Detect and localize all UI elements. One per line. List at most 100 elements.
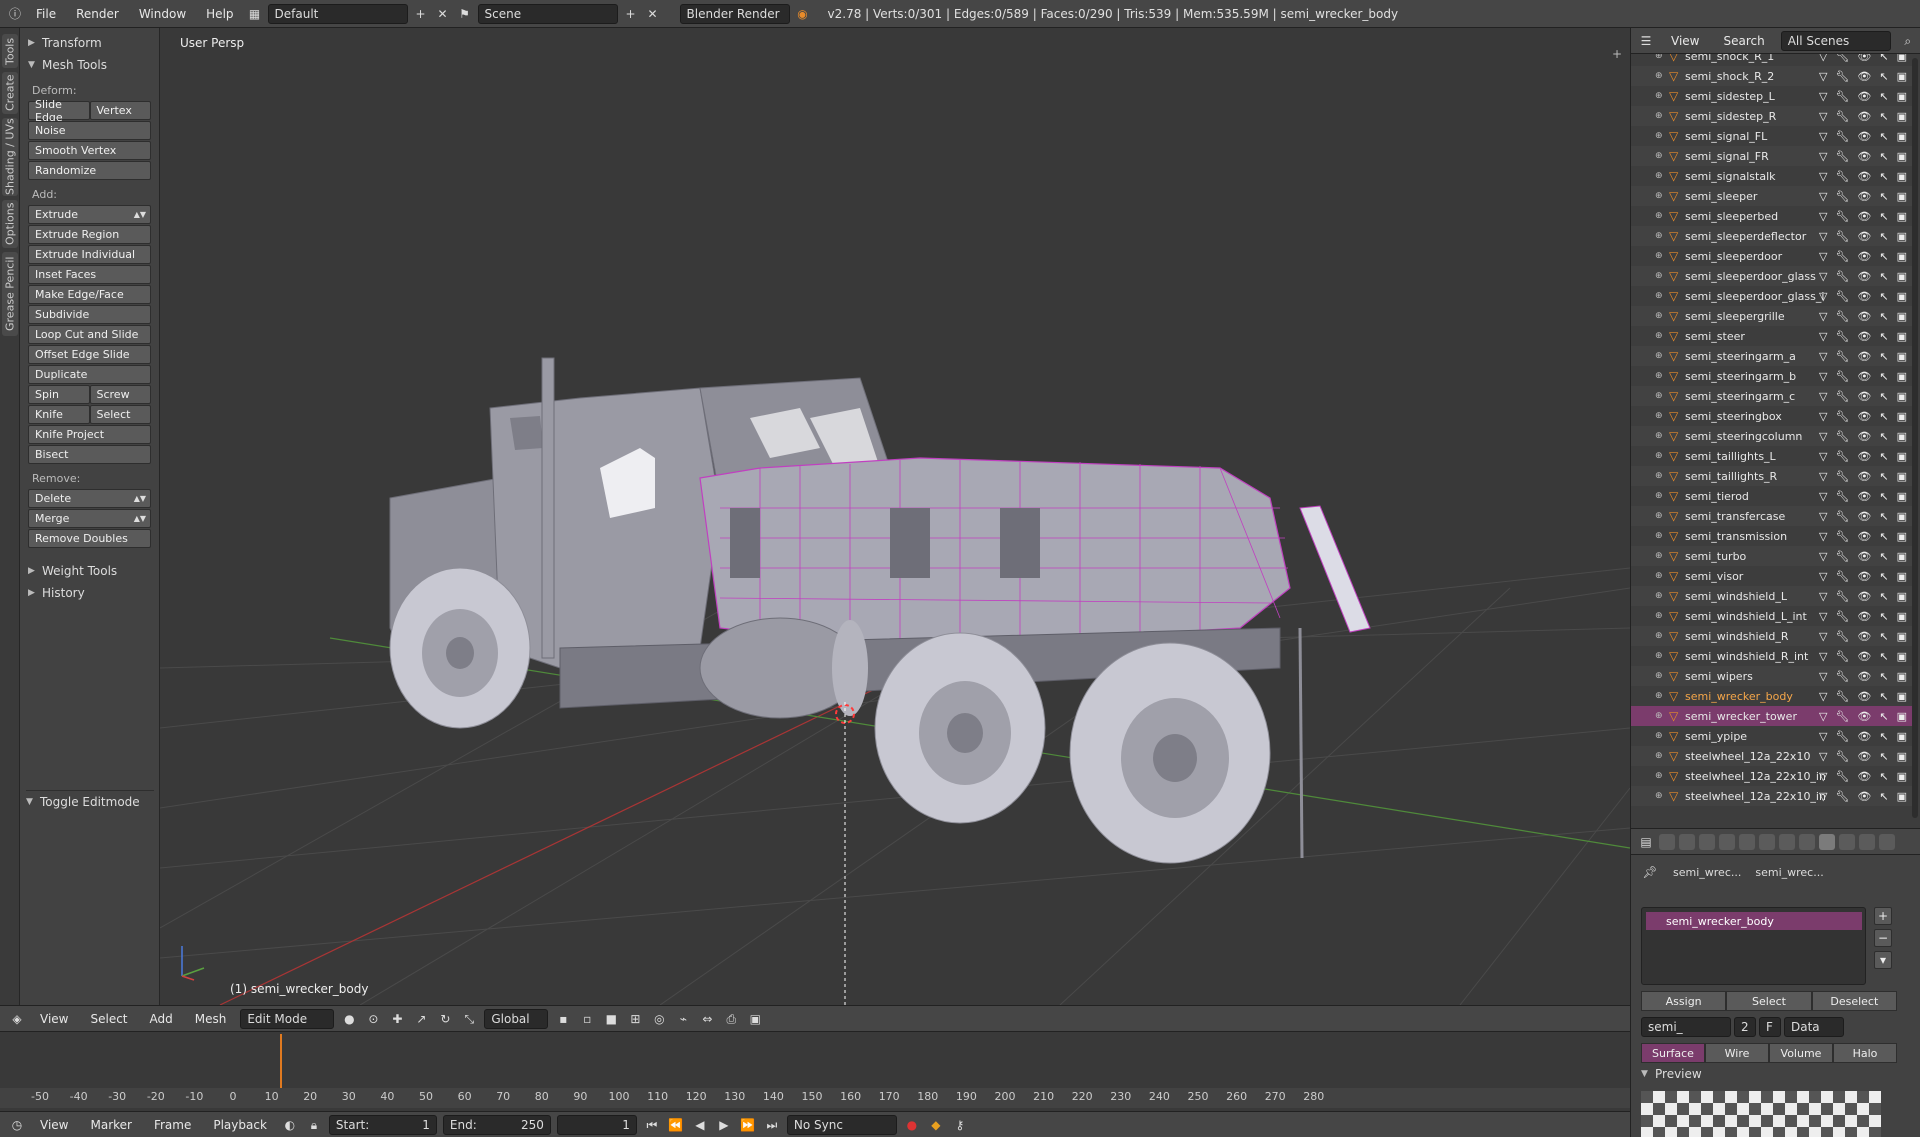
eye-icon[interactable]: 👁︎	[1857, 790, 1871, 803]
shading-solid-icon[interactable]: ●	[340, 1010, 358, 1028]
cursor-select-icon[interactable]: ↖	[1879, 670, 1888, 683]
render-icon[interactable]: ▣	[1897, 130, 1907, 143]
outliner-row[interactable]: ⊕ ▽ semi_steeringbox ▽ 🔧︎ 👁︎ ↖ ▣	[1631, 406, 1913, 426]
eye-icon[interactable]: 👁︎	[1857, 150, 1871, 163]
expand-icon[interactable]: ⊕	[1655, 551, 1669, 561]
render-icon[interactable]: ▣	[1897, 190, 1907, 203]
remove-scene-icon[interactable]: ✕	[644, 5, 662, 23]
panel-mesh-tools[interactable]: ▼ Mesh Tools	[28, 54, 151, 76]
cursor-select-icon[interactable]: ↖	[1879, 590, 1888, 603]
particles-tab-icon[interactable]	[1859, 833, 1875, 850]
eye-icon[interactable]: 👁︎	[1857, 650, 1871, 663]
viewport-corner-plus[interactable]: +	[1612, 47, 1622, 61]
deselect-button[interactable]: Deselect	[1811, 991, 1897, 1011]
outliner-row[interactable]: ⊕ ▽ semi_wrecker_body ▽ 🔧︎ 👁︎ ↖ ▣	[1631, 686, 1913, 706]
outliner-row[interactable]: ⊕▽steelwheel_12a_22x10_inner▽🔧︎👁︎↖▣	[1631, 786, 1913, 806]
proportional-edit-icon[interactable]: ◎	[650, 1010, 668, 1028]
texture-tab-icon[interactable]	[1839, 833, 1855, 850]
cursor-select-icon[interactable]: ↖	[1879, 190, 1888, 203]
select-button[interactable]: Select	[1726, 991, 1812, 1011]
outliner-row[interactable]: ⊕ ▽ semi_visor ▽ 🔧︎ 👁︎ ↖ ▣	[1631, 566, 1913, 586]
render-icon[interactable]: ▣	[1897, 530, 1907, 543]
eye-icon[interactable]: 👁︎	[1857, 610, 1871, 623]
expand-icon[interactable]: ⊕	[1655, 91, 1669, 101]
cursor-select-icon[interactable]: ↖	[1879, 230, 1888, 243]
layout-field[interactable]: Default	[267, 3, 408, 24]
snap-icon[interactable]: ⌁	[674, 1010, 692, 1028]
inset-faces-button[interactable]: Inset Faces	[28, 265, 151, 284]
render-icon[interactable]: ▣	[1897, 90, 1907, 103]
subdivide-button[interactable]: Subdivide	[28, 305, 151, 324]
link-select[interactable]: Data	[1784, 1017, 1844, 1037]
render-icon[interactable]: ▣	[1897, 490, 1907, 503]
eye-icon[interactable]: 👁︎	[1857, 330, 1871, 343]
render-icon[interactable]: ▣	[1897, 290, 1907, 303]
bisect-button[interactable]: Bisect	[28, 445, 151, 464]
menu-add[interactable]: Add	[142, 1010, 181, 1028]
render-icon[interactable]: ▣	[1897, 210, 1907, 223]
cursor-select-icon[interactable]: ↖	[1879, 310, 1888, 323]
menu-mesh[interactable]: Mesh	[187, 1010, 235, 1028]
eye-icon[interactable]: 👁︎	[1857, 470, 1871, 483]
keying-set-icon[interactable]: ⚷	[951, 1116, 969, 1134]
jump-start-icon[interactable]: ⏮	[643, 1116, 661, 1134]
layers-tab-icon[interactable]	[1679, 833, 1695, 850]
tab-create[interactable]: Create	[2, 72, 18, 114]
expand-icon[interactable]: ⊕	[1655, 291, 1669, 301]
eye-icon[interactable]: 👁︎	[1857, 250, 1871, 263]
cursor-select-icon[interactable]: ↖	[1879, 430, 1888, 443]
cursor-select-icon[interactable]: ↖	[1879, 450, 1888, 463]
cursor-select-icon[interactable]: ↖	[1879, 710, 1888, 723]
prev-key-icon[interactable]: ⏪	[667, 1116, 685, 1134]
outliner-row[interactable]: ⊕ ▽ semi_windshield_R_int ▽ 🔧︎ 👁︎ ↖ ▣	[1631, 646, 1913, 666]
editor-type-icon[interactable]: ◈	[8, 1010, 26, 1028]
cursor-select-icon[interactable]: ↖	[1879, 470, 1888, 483]
eye-icon[interactable]: 👁︎	[1857, 70, 1871, 83]
slot-specials-button[interactable]: ▾	[1874, 951, 1892, 969]
expand-icon[interactable]: ⊕	[1655, 531, 1669, 541]
start-frame-field[interactable]: Start: 1	[328, 1114, 437, 1135]
eye-icon[interactable]: 👁︎	[1857, 750, 1871, 763]
outliner-row[interactable]: ⊕ ▽ semi_sleeperdoor_glass ▽ 🔧︎ 👁︎ ↖ ▣	[1631, 266, 1913, 286]
eye-icon[interactable]: 👁︎	[1857, 770, 1871, 783]
info-editor-icon[interactable]: ⓘ	[6, 5, 24, 23]
cursor-select-icon[interactable]: ↖	[1879, 290, 1888, 303]
cursor-select-icon[interactable]: ↖	[1879, 610, 1888, 623]
render-icon[interactable]: ▣	[1897, 430, 1907, 443]
render-icon[interactable]: ▣	[1897, 230, 1907, 243]
editor-type-icon[interactable]: ◷	[8, 1116, 26, 1134]
outliner-row[interactable]: ⊕▽steelwheel_12a_22x10_inner▽🔧︎👁︎↖▣	[1631, 766, 1913, 786]
render-icon[interactable]: ▣	[1897, 470, 1907, 483]
cursor-select-icon[interactable]: ↖	[1879, 550, 1888, 563]
expand-icon[interactable]: ⊕	[1655, 491, 1669, 501]
keyframe-icon[interactable]: ◆	[927, 1116, 945, 1134]
outliner-row[interactable]: ⊕ ▽ semi_sleeperdoor ▽ 🔧︎ 👁︎ ↖ ▣	[1631, 246, 1913, 266]
render-icon[interactable]: ▣	[1897, 370, 1907, 383]
eye-icon[interactable]: 👁︎	[1857, 90, 1871, 103]
tab-volume[interactable]: Volume	[1769, 1043, 1833, 1063]
render-icon[interactable]: ▣	[1897, 590, 1907, 603]
search-icon[interactable]: ⌕	[1899, 32, 1917, 50]
expand-icon[interactable]: ⊕	[1655, 211, 1669, 221]
face-select-icon[interactable]: ■	[602, 1010, 620, 1028]
edge-select-icon[interactable]: ▫	[578, 1010, 596, 1028]
cursor-select-icon[interactable]: ↖	[1879, 790, 1888, 803]
outliner-row[interactable]: ⊕ ▽ semi_taillights_L ▽ 🔧︎ 👁︎ ↖ ▣	[1631, 446, 1913, 466]
record-icon[interactable]: ●	[903, 1116, 921, 1134]
outliner-row[interactable]: ⊕ ▽ semi_sleeperdeflector ▽ 🔧︎ 👁︎ ↖ ▣	[1631, 226, 1913, 246]
outliner-row[interactable]: ⊕ ▽ semi_taillights_R ▽ 🔧︎ 👁︎ ↖ ▣	[1631, 466, 1913, 486]
noise-button[interactable]: Noise	[28, 121, 151, 140]
tab-shading-uvs[interactable]: Shading / UVs	[2, 118, 18, 196]
expand-icon[interactable]: ⊕	[1655, 771, 1669, 781]
play-reverse-icon[interactable]: ◀	[691, 1116, 709, 1134]
expand-icon[interactable]: ⊕	[1655, 231, 1669, 241]
outliner-row[interactable]: ⊕ ▽ semi_sleeperdoor_glass_int ▽ 🔧︎ 👁︎ ↖ ▣	[1631, 286, 1913, 306]
tab-tools[interactable]: Tools	[2, 34, 18, 68]
outliner-row[interactable]: ⊕ ▽ semi_wipers ▽ 🔧︎ 👁︎ ↖ ▣	[1631, 666, 1913, 686]
render-icon[interactable]: ▣	[1897, 270, 1907, 283]
assign-button[interactable]: Assign	[1641, 991, 1727, 1011]
cursor-select-icon[interactable]: ↖	[1879, 54, 1888, 63]
outliner-row[interactable]: ⊕ ▽ semi_shock_R_2 ▽ 🔧︎ 👁︎ ↖ ▣	[1631, 66, 1913, 86]
eye-icon[interactable]: 👁︎	[1857, 190, 1871, 203]
tab-grease-pencil[interactable]: Grease Pencil	[2, 252, 18, 336]
